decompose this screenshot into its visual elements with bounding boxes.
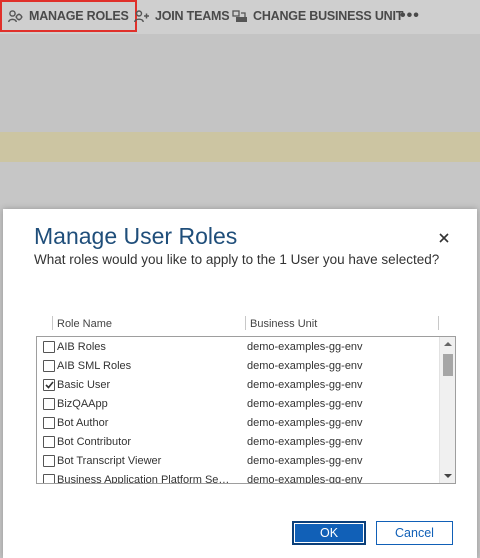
more-commands-button[interactable]: ••• bbox=[394, 2, 426, 30]
role-name: AIB Roles bbox=[57, 341, 106, 353]
chevron-down-icon bbox=[444, 474, 452, 478]
table-row[interactable]: BizQAApp demo-examples-gg-env bbox=[37, 395, 439, 414]
join-teams-label: JOIN TEAMS bbox=[155, 9, 230, 23]
command-bar: MANAGE ROLES JOIN TEAMS CHANGE BUSINESS … bbox=[0, 0, 480, 34]
join-teams-button[interactable]: JOIN TEAMS bbox=[128, 2, 235, 30]
role-rows: AIB Roles demo-examples-gg-env AIB SML Rol… bbox=[37, 338, 439, 484]
role-name: Basic User bbox=[57, 379, 111, 391]
role-business-unit: demo-examples-gg-env bbox=[247, 398, 363, 410]
role-business-unit: demo-examples-gg-env bbox=[247, 341, 363, 353]
scrollbar-thumb[interactable] bbox=[443, 354, 453, 376]
cancel-button[interactable]: Cancel bbox=[376, 521, 453, 545]
column-separator bbox=[52, 316, 53, 330]
role-business-unit: demo-examples-gg-env bbox=[247, 379, 363, 391]
column-header-role-name[interactable]: Role Name bbox=[57, 318, 112, 330]
role-checkbox[interactable] bbox=[43, 341, 55, 353]
role-business-unit: demo-examples-gg-env bbox=[247, 417, 363, 429]
manage-roles-button[interactable]: MANAGE ROLES bbox=[0, 0, 137, 32]
table-row[interactable]: AIB Roles demo-examples-gg-env bbox=[37, 338, 439, 357]
manage-roles-label: MANAGE ROLES bbox=[29, 9, 129, 23]
close-icon bbox=[439, 233, 449, 243]
role-business-unit: demo-examples-gg-env bbox=[247, 436, 363, 448]
grid-body: AIB Roles demo-examples-gg-env AIB SML Rol… bbox=[36, 336, 456, 484]
background-header-area bbox=[0, 34, 480, 132]
ok-button[interactable]: OK bbox=[292, 521, 366, 545]
table-row[interactable]: Basic User demo-examples-gg-env bbox=[37, 376, 439, 395]
role-checkbox[interactable] bbox=[43, 379, 55, 391]
column-separator bbox=[438, 316, 439, 330]
checkmark-icon bbox=[44, 381, 54, 389]
role-checkbox[interactable] bbox=[43, 474, 55, 483]
background-notification-bar bbox=[0, 132, 480, 162]
grid-header: Role Name Business Unit bbox=[36, 314, 456, 336]
dialog-subtitle: What roles would you like to apply to th… bbox=[34, 252, 440, 267]
table-row[interactable]: Bot Contributor demo-examples-gg-env bbox=[37, 433, 439, 452]
role-checkbox[interactable] bbox=[43, 398, 55, 410]
role-name: Bot Author bbox=[57, 417, 109, 429]
close-button[interactable] bbox=[435, 229, 453, 247]
role-name: AIB SML Roles bbox=[57, 360, 132, 372]
dialog-title: Manage User Roles bbox=[34, 223, 238, 249]
manage-roles-icon bbox=[8, 9, 23, 22]
manage-user-roles-dialog: Manage User Roles What roles would you l… bbox=[3, 209, 477, 558]
column-header-business-unit[interactable]: Business Unit bbox=[250, 318, 317, 330]
role-business-unit: demo-examples-gg-env bbox=[247, 474, 363, 484]
roles-grid: Role Name Business Unit AIB Roles demo-ex… bbox=[36, 314, 456, 484]
role-checkbox[interactable] bbox=[43, 417, 55, 429]
change-business-unit-button[interactable]: CHANGE BUSINESS UNIT bbox=[226, 2, 409, 30]
role-name: BizQAApp bbox=[57, 398, 108, 410]
role-checkbox[interactable] bbox=[43, 455, 55, 467]
business-unit-icon bbox=[232, 9, 247, 22]
role-checkbox[interactable] bbox=[43, 360, 55, 372]
table-row[interactable]: AIB SML Roles demo-examples-gg-env bbox=[37, 357, 439, 376]
role-business-unit: demo-examples-gg-env bbox=[247, 455, 363, 467]
chevron-up-icon bbox=[444, 342, 452, 346]
scroll-down-button[interactable] bbox=[440, 469, 455, 483]
grid-scrollbar[interactable] bbox=[439, 337, 455, 483]
role-name: Bot Contributor bbox=[57, 436, 131, 448]
column-separator bbox=[245, 316, 246, 330]
table-row[interactable]: Bot Transcript Viewer demo-examples-gg-en… bbox=[37, 452, 439, 471]
scroll-up-button[interactable] bbox=[440, 337, 455, 351]
change-business-unit-label: CHANGE BUSINESS UNIT bbox=[253, 9, 404, 23]
more-icon: ••• bbox=[400, 7, 420, 24]
role-checkbox[interactable] bbox=[43, 436, 55, 448]
join-teams-icon bbox=[134, 9, 149, 22]
table-row[interactable]: Bot Author demo-examples-gg-env bbox=[37, 414, 439, 433]
table-row[interactable]: Business Application Platform Se… demo-ex… bbox=[37, 471, 439, 484]
role-name: Business Application Platform Se… bbox=[57, 474, 230, 484]
role-name: Bot Transcript Viewer bbox=[57, 455, 162, 467]
role-business-unit: demo-examples-gg-env bbox=[247, 360, 363, 372]
